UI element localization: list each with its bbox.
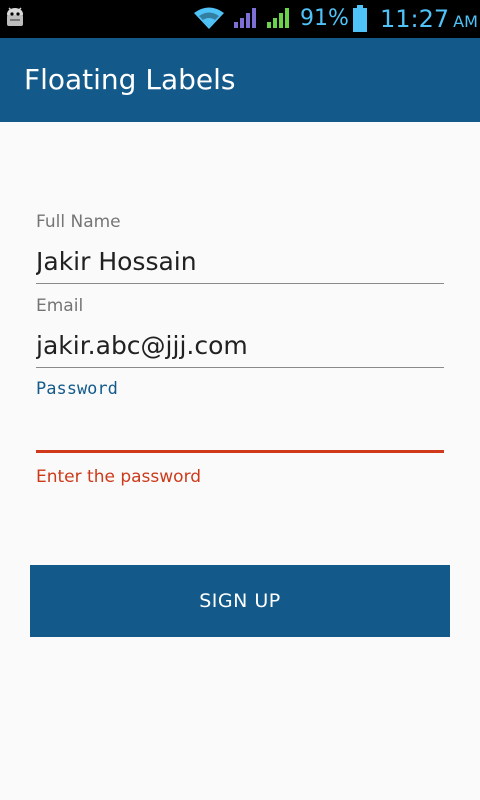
battery-percent: 91% [300, 6, 349, 31]
battery-icon [353, 5, 367, 32]
email-field[interactable] [36, 330, 444, 362]
clock-ampm: AM [453, 12, 478, 31]
app-bar: Floating Labels [0, 38, 480, 122]
password-field[interactable] [36, 414, 444, 448]
email-label: Email [36, 296, 84, 316]
full-name-label: Full Name [36, 212, 121, 232]
clock-time: 11:27 [380, 5, 450, 33]
signal-sim1-icon [234, 8, 256, 28]
password-label: Password [36, 379, 118, 399]
clock: 11:27 AM [380, 6, 478, 35]
android-debug-icon [7, 7, 23, 26]
wifi-icon [194, 7, 224, 29]
full-name-underline [36, 283, 444, 284]
status-bar: 91% 11:27 AM [0, 0, 480, 38]
signup-button[interactable]: SIGN UP [30, 565, 450, 637]
password-error-text: Enter the password [36, 467, 202, 487]
email-underline [36, 367, 444, 368]
signal-sim2-icon [267, 8, 289, 28]
password-underline [36, 450, 444, 453]
full-name-field[interactable] [36, 246, 444, 278]
app-title: Floating Labels [24, 63, 236, 96]
